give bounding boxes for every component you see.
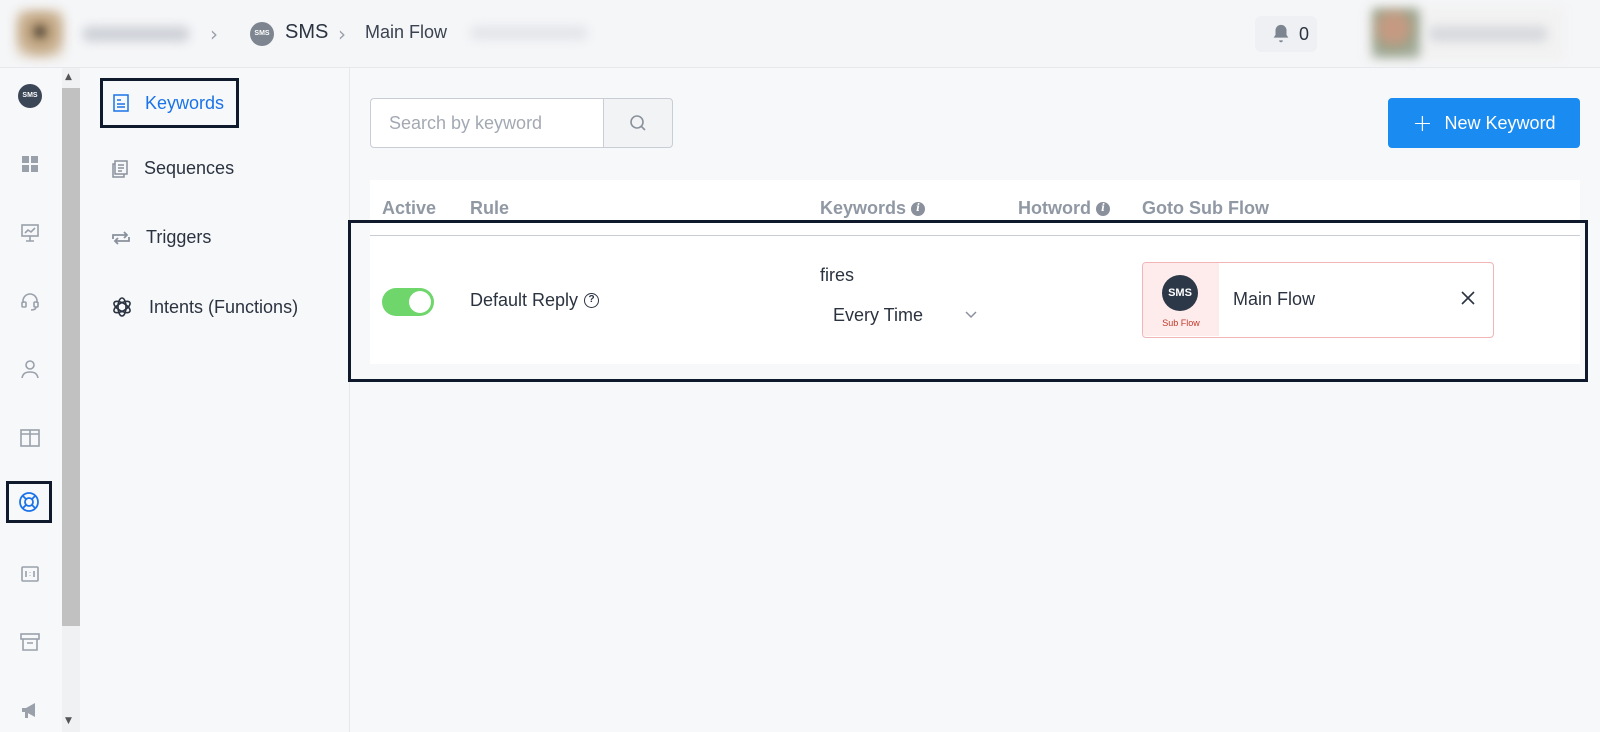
search-input[interactable] — [371, 99, 604, 147]
copy-icon — [112, 159, 128, 178]
sms-icon: SMS — [1162, 275, 1198, 311]
subnav-keywords[interactable]: Keywords — [100, 78, 240, 128]
user-avatar[interactable] — [1372, 8, 1420, 58]
breadcrumb-separator: › — [338, 22, 346, 46]
rail-campaigns[interactable] — [12, 692, 48, 728]
search-button[interactable] — [603, 98, 673, 148]
subnav-sequences-label: Sequences — [144, 158, 235, 178]
info-icon[interactable]: i — [911, 201, 926, 216]
breadcrumb-sms[interactable]: SMS — [285, 21, 328, 44]
rail-flows[interactable] — [6, 481, 52, 523]
document-icon — [113, 94, 129, 112]
rail-scrollbar-thumb[interactable] — [62, 88, 80, 626]
presentation-icon — [21, 224, 39, 242]
rail-sms[interactable]: SMS — [12, 78, 48, 114]
rule-cell: Default Reply ? — [470, 290, 600, 311]
subnav-triggers[interactable]: Triggers — [110, 227, 211, 248]
help-icon[interactable]: ? — [584, 293, 600, 308]
megaphone-icon — [22, 703, 35, 718]
column-header-hotword: Hotword i — [1018, 198, 1110, 219]
bell-icon — [1273, 24, 1289, 43]
toggle-knob — [409, 291, 431, 313]
subflow-name: Main Flow — [1233, 289, 1316, 309]
column-header-rule: Rule — [470, 198, 509, 219]
rail-contacts[interactable] — [12, 351, 48, 387]
flow-id-redacted — [470, 26, 588, 40]
sms-icon: SMS — [18, 84, 42, 108]
active-toggle[interactable] — [382, 288, 434, 316]
breadcrumb-separator: › — [210, 22, 218, 46]
rail-ratio[interactable] — [12, 556, 48, 592]
org-name-redacted[interactable] — [82, 26, 190, 42]
chevron-down-icon — [965, 311, 977, 319]
column-header-active: Active — [382, 198, 436, 219]
new-keyword-label: New Keyword — [1444, 112, 1556, 133]
keyword-value[interactable]: fires — [820, 265, 854, 286]
column-header-keywords: Keywords i — [820, 198, 926, 219]
openai-icon — [113, 297, 131, 317]
subnav-intents-label: Intents (Functions) — [149, 296, 299, 317]
column-header-keywords-label: Keywords — [820, 198, 907, 218]
org-avatar[interactable] — [16, 10, 64, 58]
breadcrumb-main-flow[interactable]: Main Flow — [365, 22, 447, 43]
frequency-value: Every Time — [833, 304, 924, 325]
new-keyword-button[interactable]: + New Keyword — [1388, 98, 1580, 148]
close-icon — [1461, 291, 1475, 305]
layout-icon — [20, 429, 40, 447]
subflow-icon-panel: SMS Sub Flow — [1143, 263, 1219, 336]
sub-navigation: Keywords Sequences Triggers Intents (Fun… — [80, 68, 350, 732]
user-icon — [21, 360, 39, 379]
dashboard-icon — [22, 156, 38, 172]
column-header-goto-label: Goto Sub Flow — [1142, 198, 1269, 218]
frequency-select[interactable]: Every Time — [833, 302, 983, 328]
remove-subflow-button[interactable] — [1457, 287, 1479, 309]
subnav-sequences[interactable]: Sequences — [110, 158, 234, 179]
rail-layout[interactable] — [12, 420, 48, 456]
column-header-rule-label: Rule — [470, 198, 510, 218]
archive-icon — [20, 633, 40, 651]
lifebuoy-icon — [19, 492, 39, 512]
scroll-down-arrow-icon[interactable]: ▼ — [65, 716, 72, 726]
notifications-button[interactable]: 0 — [1255, 16, 1317, 52]
scroll-up-arrow-icon[interactable]: ▲ — [65, 72, 72, 82]
repeat-icon — [112, 230, 130, 245]
subnav-intents[interactable]: Intents (Functions) — [109, 294, 298, 320]
plus-icon: + — [1412, 109, 1433, 137]
icon-rail: SMS — [0, 68, 62, 732]
goto-subflow-card[interactable]: SMS Sub Flow Main Flow — [1142, 262, 1494, 338]
column-header-hotword-label: Hotword — [1018, 198, 1091, 218]
rail-support[interactable] — [12, 283, 48, 319]
user-name-redacted — [1428, 26, 1548, 42]
rail-reports[interactable] — [12, 215, 48, 251]
rail-archive[interactable] — [12, 624, 48, 660]
search-icon — [630, 115, 646, 131]
top-bar: › SMS SMS › Main Flow 0 — [0, 0, 1600, 68]
subflow-caption: Sub Flow — [1162, 318, 1200, 328]
subnav-triggers-label: Triggers — [146, 227, 212, 247]
notification-count: 0 — [1299, 24, 1310, 44]
subnav-keywords-label: Keywords — [145, 92, 225, 113]
rule-label: Default Reply — [470, 290, 579, 310]
info-icon[interactable]: i — [1095, 201, 1110, 216]
column-header-active-label: Active — [382, 198, 437, 218]
column-header-goto: Goto Sub Flow — [1142, 198, 1269, 219]
sms-channel-icon: SMS — [250, 22, 274, 46]
headset-icon — [21, 293, 39, 311]
ratio-icon — [21, 566, 39, 582]
keyword-search — [370, 98, 604, 148]
rail-dashboard[interactable] — [12, 146, 48, 182]
